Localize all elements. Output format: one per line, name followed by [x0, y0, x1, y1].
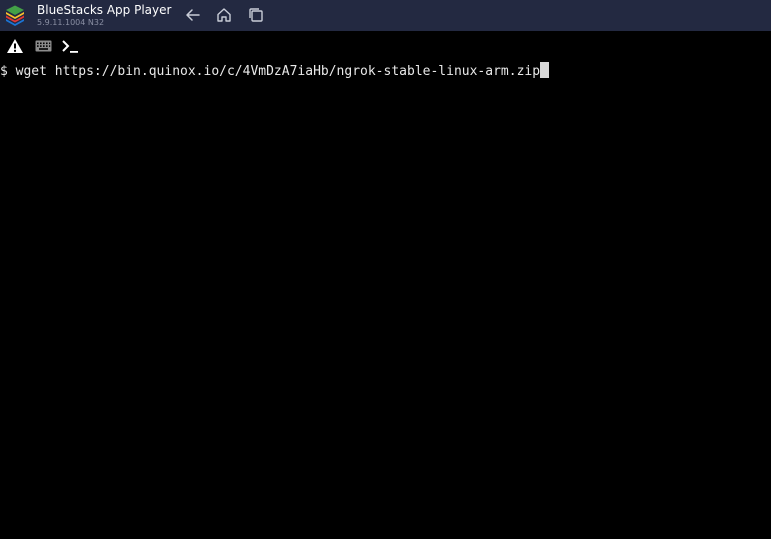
- keyboard-icon[interactable]: [35, 40, 52, 52]
- terminal-screen[interactable]: $ wget https://bin.quinox.io/c/4VmDzA7ia…: [0, 31, 771, 539]
- app-title: BlueStacks App Player: [37, 3, 172, 17]
- title-block: BlueStacks App Player 5.9.11.1004 N32: [37, 3, 171, 28]
- warning-icon[interactable]: [6, 38, 24, 54]
- arrow-left-icon: [186, 9, 200, 21]
- recent-apps-button[interactable]: [247, 6, 265, 24]
- command-text: wget https://bin.quinox.io/c/4VmDzA7iaHb…: [15, 64, 541, 79]
- command-line[interactable]: $ wget https://bin.quinox.io/c/4VmDzA7ia…: [0, 62, 550, 81]
- extra-keys-bar: [6, 38, 79, 54]
- text-cursor: [540, 62, 550, 78]
- app-version: 5.9.11.1004 N32: [37, 18, 105, 27]
- home-icon: [217, 8, 231, 22]
- title-bar: BlueStacks App Player 5.9.11.1004 N32: [0, 0, 771, 31]
- bluestacks-logo-icon: [4, 5, 26, 27]
- home-button[interactable]: [215, 6, 233, 24]
- prompt-symbol: $: [0, 64, 8, 79]
- recent-apps-icon: [249, 8, 263, 22]
- back-button[interactable]: [184, 6, 202, 24]
- terminal-prompt-icon[interactable]: [61, 38, 79, 54]
